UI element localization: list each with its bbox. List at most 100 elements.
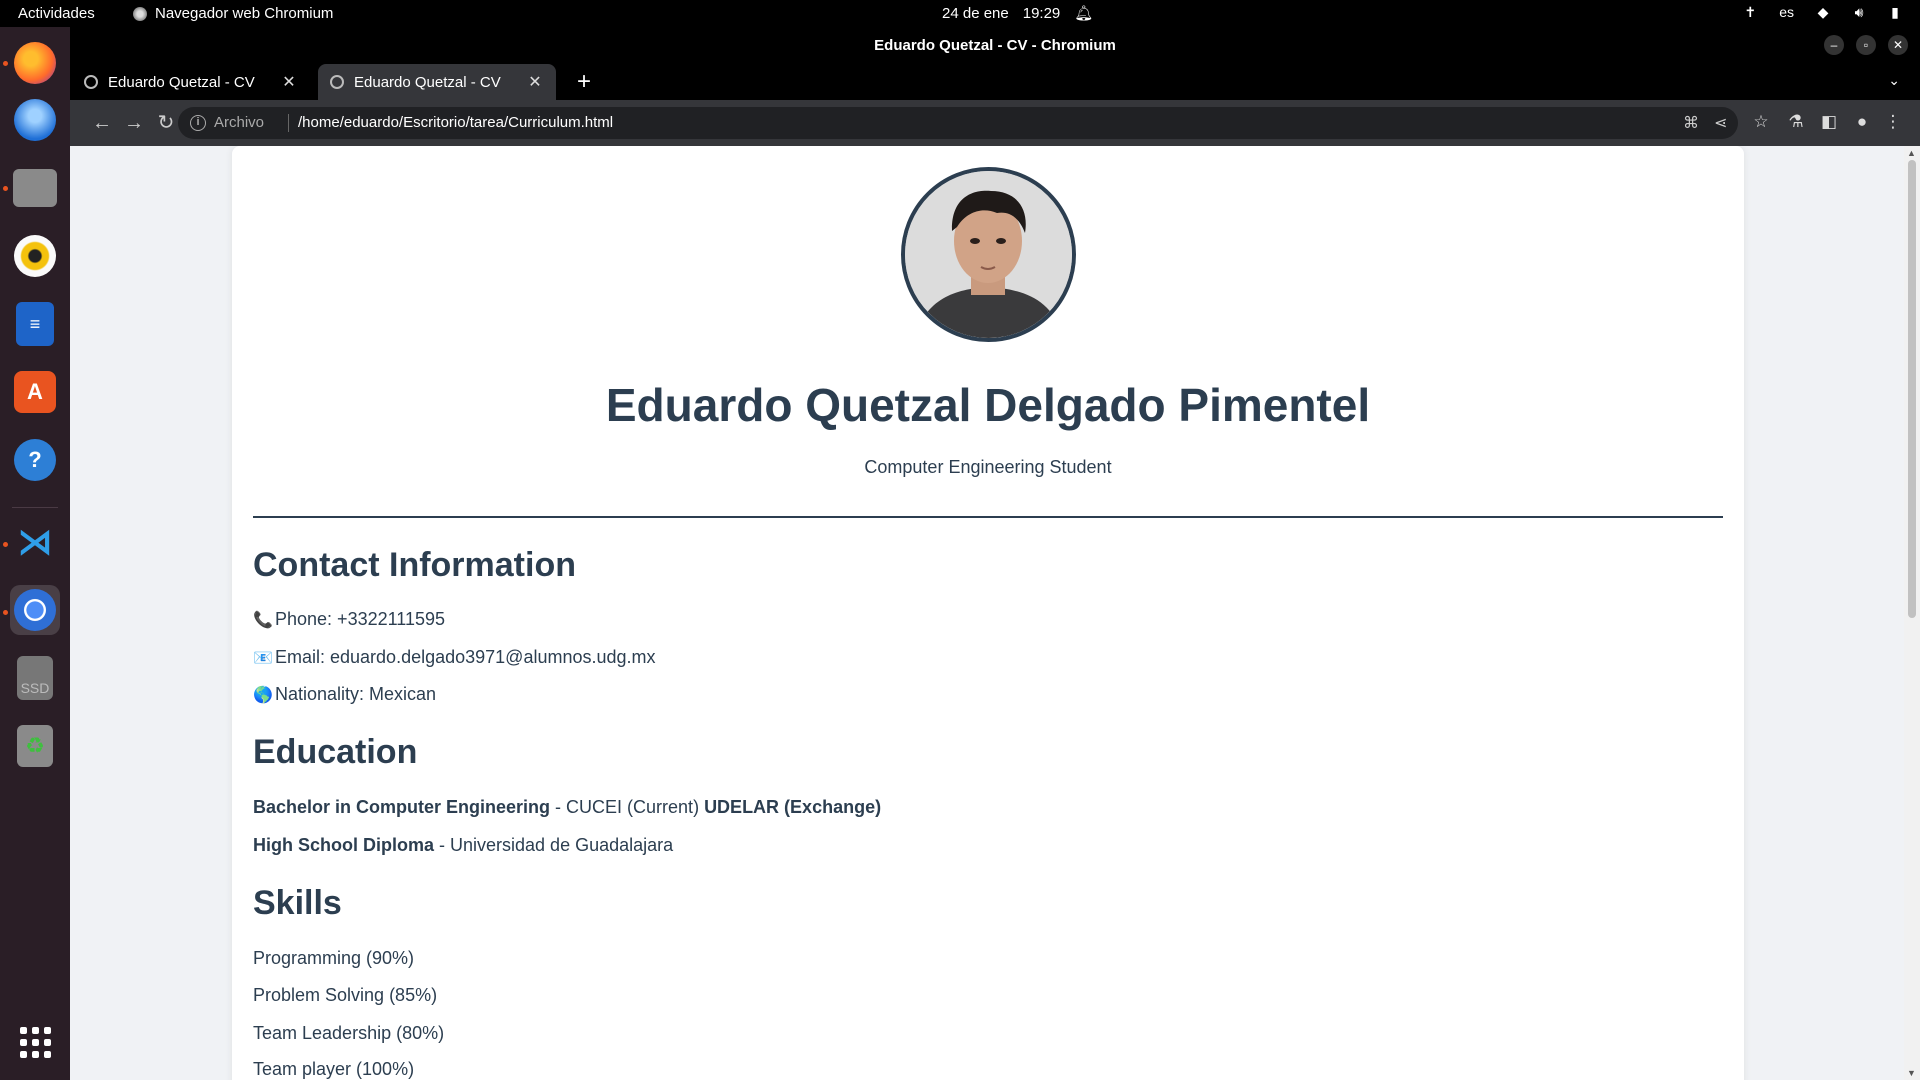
- close-button[interactable]: ✕: [1888, 35, 1908, 55]
- share-icon[interactable]: ⋖: [1714, 113, 1727, 133]
- app-grid-icon: [19, 1026, 51, 1058]
- contact-email: 📧 Email: eduardo.delgado3971@alumnos.udg.…: [253, 647, 656, 668]
- dock-vscode[interactable]: ⋊: [10, 517, 60, 567]
- extensions-icon[interactable]: ⚗: [1785, 112, 1807, 132]
- contact-phone: 📞 Phone: +3322111595: [253, 609, 445, 630]
- rhythmbox-icon: [14, 235, 56, 277]
- tab-close-icon[interactable]: ✕: [526, 72, 544, 92]
- chromium-icon: [14, 589, 56, 631]
- contact-nationality: 🌎 Nationality: Mexican: [253, 684, 436, 705]
- clock-date: 24 de ene: [942, 4, 1009, 22]
- education-school: - CUCEI (Current): [550, 797, 705, 817]
- email-icon: 📧: [253, 650, 273, 667]
- email-text: Email: eduardo.delgado3971@alumnos.udg.m…: [275, 647, 656, 667]
- profile-photo: [901, 167, 1076, 342]
- dock-software[interactable]: A: [10, 367, 60, 417]
- wifi-icon: ◆: [1817, 4, 1829, 20]
- globe-icon: [330, 75, 344, 89]
- reload-button[interactable]: ↻: [154, 111, 178, 135]
- tab-close-icon[interactable]: ✕: [280, 72, 298, 92]
- page-viewport[interactable]: Eduardo Quetzal Delgado Pimentel Compute…: [70, 146, 1920, 1080]
- dock-rhythmbox[interactable]: [10, 231, 60, 281]
- new-tab-button[interactable]: +: [570, 68, 598, 96]
- url-text[interactable]: /home/eduardo/Escritorio/tarea/Curriculu…: [298, 114, 613, 131]
- activities-button[interactable]: Actividades: [18, 5, 95, 22]
- profile-photo-image: [905, 171, 1072, 338]
- system-tray[interactable]: ✝︎ es ◆ 🔊︎ ▮: [1743, 4, 1902, 20]
- bell-icon: 🔔︎: [1074, 5, 1094, 22]
- thunderbird-icon: [14, 99, 56, 141]
- menu-kebab-icon[interactable]: ⋮: [1882, 112, 1904, 132]
- clock[interactable]: 24 de ene 19:29 🔔︎: [942, 4, 1094, 23]
- accessibility-icon[interactable]: ✝︎: [1743, 5, 1757, 19]
- translate-icon[interactable]: ⌘: [1683, 113, 1699, 133]
- show-apps-button[interactable]: [10, 1017, 60, 1067]
- back-button[interactable]: ←: [90, 111, 114, 135]
- trash-icon: ♻: [17, 725, 53, 767]
- vscode-icon: ⋊: [17, 521, 53, 562]
- volume-icon: 🔊︎: [1854, 4, 1864, 20]
- dock-firefox[interactable]: [10, 38, 60, 88]
- skill-item: Team Leadership (80%): [253, 1023, 445, 1043]
- info-icon[interactable]: i: [190, 115, 206, 131]
- phone-icon: 📞: [253, 612, 273, 629]
- chromium-window: Eduardo Quetzal - CV - Chromium – ▫ ✕ Ed…: [70, 27, 1920, 1080]
- header-divider: [253, 516, 1723, 518]
- nationality-text: Nationality: Mexican: [275, 684, 437, 704]
- skill-item: Programming (90%): [253, 948, 415, 968]
- dock-ssd-drive[interactable]: SSD: [10, 653, 60, 703]
- education-degree: Bachelor in Computer Engineering: [253, 797, 551, 817]
- dock-files[interactable]: [10, 163, 60, 213]
- tab-2[interactable]: Eduardo Quetzal - CV ✕: [318, 64, 556, 100]
- dock-thunderbird[interactable]: [10, 95, 60, 145]
- tab-label: Eduardo Quetzal - CV: [354, 73, 501, 91]
- dock-separator: [12, 507, 58, 508]
- minimize-button[interactable]: –: [1824, 35, 1844, 55]
- cv-card: Eduardo Quetzal Delgado Pimentel Compute…: [232, 146, 1744, 1080]
- files-icon: [13, 169, 57, 207]
- cv-role: Computer Engineering Student: [864, 457, 1112, 477]
- dock-chromium[interactable]: [10, 585, 60, 635]
- tab-search-button[interactable]: ⌄: [1888, 72, 1900, 89]
- dock-help[interactable]: ?: [10, 435, 60, 485]
- side-panel-icon[interactable]: ◧: [1818, 112, 1840, 132]
- scroll-up-icon[interactable]: ▲: [1907, 148, 1916, 158]
- running-indicator: [3, 186, 8, 191]
- phone-text: Phone: +3322111595: [275, 609, 445, 629]
- education-heading: Education: [253, 733, 418, 771]
- tab-1[interactable]: Eduardo Quetzal - CV ✕: [72, 64, 310, 100]
- maximize-button[interactable]: ▫: [1856, 35, 1876, 55]
- bookmark-star-icon[interactable]: ☆: [1750, 112, 1772, 132]
- profile-icon[interactable]: ●: [1851, 112, 1873, 132]
- scrollbar-thumb[interactable]: [1908, 160, 1916, 618]
- skill-item: Team player (100%): [253, 1059, 415, 1079]
- scroll-down-icon[interactable]: ▼: [1907, 1068, 1916, 1078]
- cv-name: Eduardo Quetzal Delgado Pimentel: [605, 379, 1371, 431]
- tab-strip: Eduardo Quetzal - CV ✕ Eduardo Quetzal -…: [70, 64, 1920, 100]
- forward-button[interactable]: →: [122, 111, 146, 135]
- url-separator: [288, 114, 289, 132]
- page-scrollbar[interactable]: ▲ ▼: [1904, 146, 1920, 1080]
- education-item: High School Diploma - Universidad de Gua…: [253, 835, 673, 856]
- dock-trash[interactable]: ♻: [10, 721, 60, 771]
- running-indicator: [3, 61, 8, 66]
- app-menu[interactable]: Navegador web Chromium: [133, 5, 333, 22]
- dock-writer[interactable]: ≡: [10, 299, 60, 349]
- writer-icon: ≡: [16, 302, 54, 346]
- contact-heading: Contact Information: [253, 546, 576, 584]
- skills-heading: Skills: [253, 884, 342, 922]
- running-indicator: [3, 542, 8, 547]
- url-scheme: Archivo: [214, 114, 265, 131]
- language-indicator[interactable]: es: [1779, 4, 1794, 20]
- software-store-icon: A: [14, 371, 56, 413]
- address-bar[interactable]: i Archivo /home/eduardo/Escritorio/tarea…: [178, 107, 1738, 139]
- drive-icon: SSD: [17, 656, 53, 700]
- globe-icon: [84, 75, 98, 89]
- education-school: - Universidad de Guadalajara: [434, 835, 674, 855]
- running-indicator: [3, 610, 8, 615]
- battery-icon: ▮: [1891, 4, 1899, 20]
- globe-icon: 🌎: [253, 687, 273, 704]
- window-titlebar[interactable]: Eduardo Quetzal - CV - Chromium – ▫ ✕: [70, 27, 1920, 64]
- education-degree: High School Diploma: [253, 835, 435, 855]
- education-exchange: UDELAR (Exchange): [704, 797, 882, 817]
